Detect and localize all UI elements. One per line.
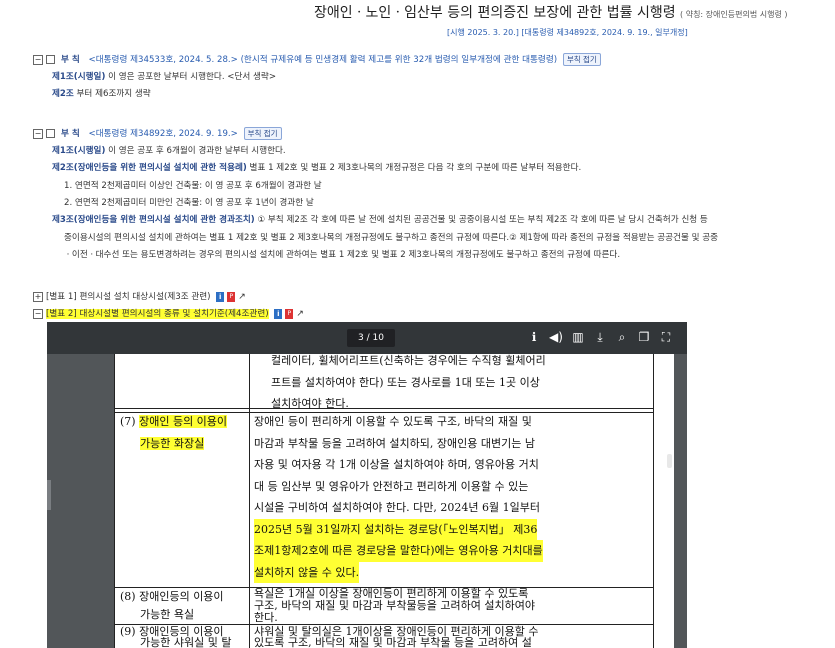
expand-toggle[interactable]: +	[33, 291, 43, 302]
layout-icon[interactable]: ▥	[567, 330, 589, 344]
row-8-title: (8) 장애인등의 이용이 가능한 욕실	[120, 590, 224, 621]
pdf-icon[interactable]: P	[285, 308, 294, 319]
effective-date: [시행 2025. 3. 20.] [대통령령 제34892호, 2024. 9…	[447, 28, 688, 37]
pdf-page: 컬레이터, 휠체어리프트(신축하는 경우에는 수직형 휠체어리 프트를 설치하여…	[114, 354, 674, 648]
resize-handle[interactable]	[47, 480, 51, 510]
speaker-icon[interactable]: ◀)	[545, 330, 567, 344]
pdf-viewer: 3 / 10 ℹ ◀) ▥ ⤓ ⌕ ❐ ⛶ 컬레이터, 휠체어리프트(신축하는 경우에는 수…	[47, 322, 687, 648]
info-icon[interactable]: i	[274, 308, 283, 319]
annex-1: + [별표 1] 편의시설 설치 대상시설(제3조 관련) i P ↗	[33, 290, 248, 302]
open-external-icon[interactable]: ↗	[238, 292, 248, 302]
page-scrollbar[interactable]	[667, 454, 672, 468]
pages-icon[interactable]: ❐	[633, 330, 655, 344]
page-title: 장애인ㆍ노인ㆍ임산부 등의 편의증진 보장에 관한 법률 시행령 ( 약칭: 장…	[314, 5, 788, 21]
row-0-desc: 컬레이터, 휠체어리프트(신축하는 경우에는 수직형 휠체어리 프트를 설치하여…	[271, 354, 546, 410]
fullscreen-icon[interactable]: ⛶	[655, 330, 677, 345]
row-7-title: (7) 장애인 등의 이용이 가능한 화장실	[120, 415, 228, 450]
addendum-2-header: − 부 칙 <대통령령 제34892호, 2024. 9. 19.> 부칙 접기	[33, 127, 282, 140]
page-indicator[interactable]: 3 / 10	[347, 329, 395, 347]
row-9-desc: 샤워실 및 탈의실은 1개이상을 장애인등이 편리하게 이용할 수 있도록 구조…	[254, 625, 539, 648]
addendum-ref: <대통령령 제34892호, 2024. 9. 19.>	[88, 129, 238, 139]
annex-label[interactable]: [별표 1] 편의시설 설치 대상시설(제3조 관련)	[46, 292, 211, 302]
collapse-addendum-button[interactable]: 부칙 접기	[243, 127, 282, 140]
addendum-1-header: − 부 칙 <대통령령 제34533호, 2024. 5. 28.> (한시적 규…	[33, 53, 601, 66]
collapse-addendum-button[interactable]: 부칙 접기	[562, 53, 601, 66]
checkbox[interactable]	[46, 55, 55, 64]
addendum-2-line-5: 제3조(장애인등을 위한 편의시설 설치에 관한 경과조치) ① 부칙 제2조 …	[52, 215, 708, 225]
addendum-2-line-2: 제2조(장애인등을 위한 편의시설 설치에 관한 적용례) 별표 1 제2호 및…	[52, 163, 582, 173]
search-icon[interactable]: ⌕	[611, 330, 633, 345]
pdf-icon[interactable]: P	[227, 291, 236, 302]
checkbox[interactable]	[46, 129, 55, 138]
row-7-desc: 장애인 등이 편리하게 이용할 수 있도록 구조, 바닥의 재질 및 마감과 부…	[254, 411, 543, 583]
addendum-ref: <대통령령 제34533호, 2024. 5. 28.> (한시적 규제유예 등…	[88, 55, 558, 65]
addendum-2-line-6: 중이용시설의 편의시설 설치에 관하여는 별표 1 제2호 및 별표 2 제3호…	[64, 233, 719, 243]
collapse-toggle[interactable]: −	[33, 54, 43, 65]
row-9-title: (9) 장애인등의 이용이 가능한 샤워실 및 탈	[120, 625, 232, 648]
addendum-2-line-7: ㆍ이전ㆍ대수선 또는 용도변경하려는 경우의 편의시설 설치에 관하여는 별표 …	[64, 250, 621, 260]
download-icon[interactable]: ⤓	[589, 330, 611, 345]
addendum-2-line-3: 1. 연면적 2천제곱미터 이상인 건축물: 이 영 공포 후 6개월이 경과한…	[64, 181, 322, 191]
row-8-desc: 욕실은 1개실 이상을 장애인등이 편리하게 이용할 수 있도록 구조, 바닥의…	[254, 587, 535, 624]
collapse-toggle[interactable]: −	[33, 128, 43, 139]
info-icon[interactable]: i	[216, 291, 225, 302]
addendum-heading: 부 칙	[61, 129, 80, 139]
collapse-toggle[interactable]: −	[33, 308, 43, 319]
addendum-heading: 부 칙	[61, 55, 80, 65]
open-external-icon[interactable]: ↗	[296, 309, 306, 319]
addendum-2-line-1: 제1조(시행일) 이 영은 공포 후 6개월이 경과한 날부터 시행한다.	[52, 146, 286, 156]
law-abbrev: ( 약칭: 장애인등편의법 시행령 )	[680, 10, 788, 19]
addendum-1-line-1: 제1조(시행일) 이 영은 공포한 날부터 시행한다. <단서 생략>	[52, 72, 277, 82]
info-icon[interactable]: ℹ	[523, 330, 545, 344]
annex-label[interactable]: [별표 2] 대상시설별 편의시설의 종류 및 설치기준(제4조관련)	[46, 309, 269, 319]
annex-2: − [별표 2] 대상시설별 편의시설의 종류 및 설치기준(제4조관련) i P ↗	[33, 307, 306, 319]
addendum-2-line-4: 2. 연면적 2천제곱미터 미만인 건축물: 이 영 공포 후 1년이 경과한 …	[64, 198, 314, 208]
addendum-1-line-2: 제2조 부터 제6조까지 생략	[52, 89, 151, 99]
